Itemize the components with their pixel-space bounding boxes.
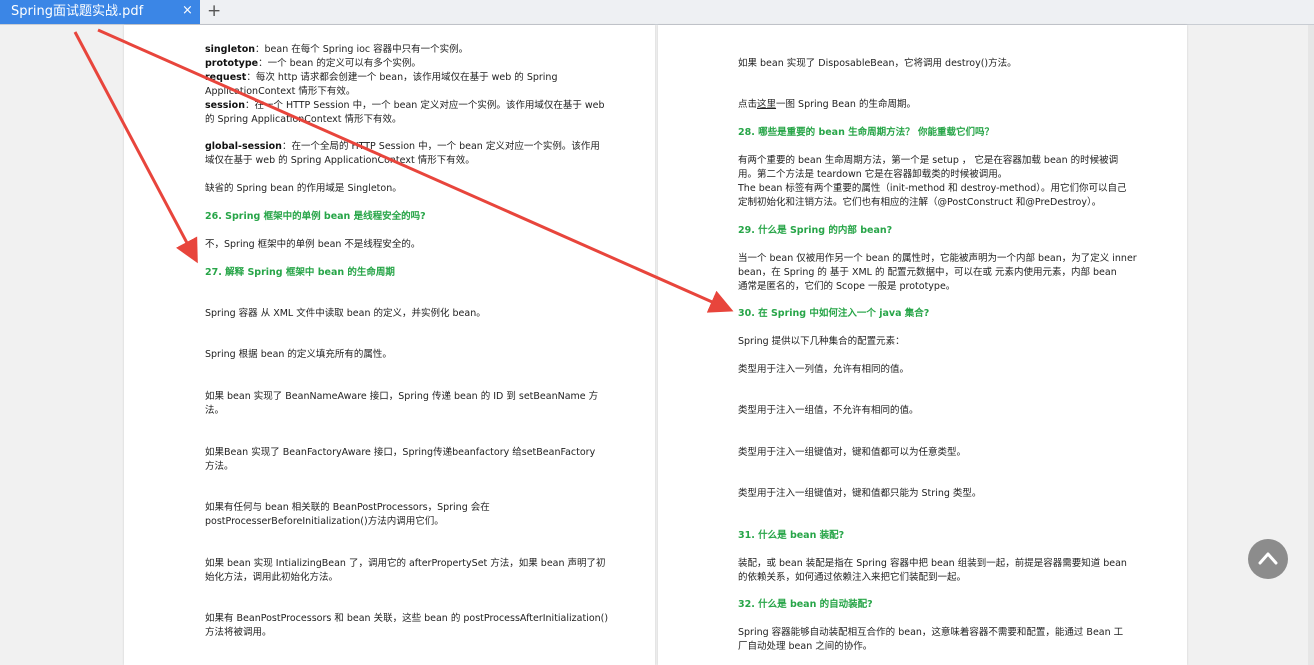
lifecycle-step-5: 如果有任何与 bean 相关联的 BeanPostProcessors，Spri… bbox=[205, 502, 490, 513]
answer-q29-line1: 当一个 bean 仅被用作另一个 bean 的属性时，它能被声明为一个内部 be… bbox=[738, 253, 1137, 264]
tab-title[interactable]: Spring面试题实战.pdf bbox=[11, 4, 143, 20]
answer-q28-line4: 定制初始化和注销方法。它们也有相应的注解（@PostConstruct 和@Pr… bbox=[738, 197, 1102, 208]
scope-session: session：在一个 HTTP Session 中，一个 bean 定义对应一… bbox=[205, 99, 605, 113]
answer-q31-line1: 装配，或 bean 装配是指在 Spring 容器中把 bean 组装到一起，前… bbox=[738, 558, 1127, 569]
definition: ：每次 http 请求都会创建一个 bean，该作用域仅在基于 web 的 Sp… bbox=[246, 72, 558, 83]
scope-prototype: prototype：一个 bean 的定义可以有多个实例。 bbox=[205, 57, 421, 71]
answer-q30-props: 类型用于注入一组键值对，键和值都只能为 String 类型。 bbox=[738, 488, 982, 499]
lifecycle-step-4-cont: 方法。 bbox=[205, 461, 234, 472]
answer-q30-set: 类型用于注入一组值，不允许有相同的值。 bbox=[738, 405, 919, 416]
answer-q29-line3: 通常是匿名的，它们的 Scope 一般是 prototype。 bbox=[738, 281, 956, 292]
lifecycle-step-2: Spring 根据 bean 的定义填充所有的属性。 bbox=[205, 349, 392, 360]
answer-q28-line3: The bean 标签有两个重要的属性（init-method 和 destro… bbox=[738, 183, 1127, 194]
definition: ：一个 bean 的定义可以有多个实例。 bbox=[258, 58, 421, 69]
scope-session-cont: 的 Spring ApplicationContext 情形下有效。 bbox=[205, 114, 402, 125]
term: singleton bbox=[205, 44, 256, 55]
term: prototype bbox=[205, 58, 259, 69]
lifecycle-step-6: 如果 bean 实现 IntializingBean 了，调用它的 afterP… bbox=[205, 558, 606, 569]
pdf-page-right: 如果 bean 实现了 DisposableBean，它将调用 destroy(… bbox=[658, 25, 1187, 665]
text: 点击 bbox=[738, 99, 758, 110]
scrollbar[interactable] bbox=[1308, 25, 1314, 665]
tab-bar: Spring面试题实战.pdf × + bbox=[0, 0, 1314, 25]
definition: ：在一个全局的 HTTP Session 中，一个 bean 定义对应一个实例。… bbox=[281, 141, 600, 152]
term: session bbox=[205, 100, 245, 111]
pdf-page-left: singleton：bean 在每个 Spring ioc 容器中只有一个实例。… bbox=[124, 25, 655, 665]
heading-q32: 32. 什么是 bean 的自动装配? bbox=[738, 599, 873, 610]
scope-singleton: singleton：bean 在每个 Spring ioc 容器中只有一个实例。 bbox=[205, 43, 468, 57]
term: request bbox=[205, 72, 247, 83]
heading-q31: 31. 什么是 bean 装配? bbox=[738, 530, 845, 541]
answer-q28-line2: 用。第二个方法是 teardown 它是在容器卸载类的时候被调用。 bbox=[738, 169, 1008, 180]
lifecycle-step-3-cont: 法。 bbox=[205, 405, 225, 416]
scope-request: request：每次 http 请求都会创建一个 bean，该作用域仅在基于 w… bbox=[205, 71, 557, 85]
answer-q30-map: 类型用于注入一组键值对，键和值都可以为任意类型。 bbox=[738, 447, 967, 458]
answer-q29-line2: bean，在 Spring 的 基于 XML 的 配置元数据中，可以在或 元素内… bbox=[738, 267, 1117, 278]
new-tab-button[interactable]: + bbox=[207, 2, 221, 20]
lifecycle-step-destroy: 如果 bean 实现了 DisposableBean，它将调用 destroy(… bbox=[738, 58, 1017, 69]
figure-link[interactable]: 这里 bbox=[757, 99, 776, 110]
answer-q28-line1: 有两个重要的 bean 生命周期方法，第一个是 setup ， 它是在容器加载 … bbox=[738, 155, 1119, 166]
scope-request-cont: ApplicationContext 情形下有效。 bbox=[205, 86, 356, 97]
term: global-session bbox=[205, 141, 282, 152]
lifecycle-step-7: 如果有 BeanPostProcessors 和 bean 关联，这些 bean… bbox=[205, 613, 609, 624]
lifecycle-step-6-cont: 始化方法，调用此初始化方法。 bbox=[205, 572, 339, 583]
heading-q27: 27. 解释 Spring 框架中 bean 的生命周期 bbox=[205, 267, 395, 278]
definition: ：在一个 HTTP Session 中，一个 bean 定义对应一个实例。该作用… bbox=[244, 100, 605, 111]
lifecycle-step-4: 如果Bean 实现了 BeanFactoryAware 接口，Spring传递b… bbox=[205, 447, 596, 458]
text: 一图 Spring Bean 的生命周期。 bbox=[776, 99, 916, 110]
lifecycle-step-5-cont: postProcesserBeforeInitialization()方法内调用… bbox=[205, 516, 444, 527]
heading-q30: 30. 在 Spring 中如何注入一个 java 集合? bbox=[738, 308, 930, 319]
answer-q31-line2: 的依赖关系，如何通过依赖注入来把它们装配到一起。 bbox=[738, 572, 967, 583]
answer-q32-line2: 厂自动处理 bean 之间的协作。 bbox=[738, 641, 873, 652]
answer-q30-list: 类型用于注入一列值，允许有相同的值。 bbox=[738, 364, 910, 375]
scope-global-session: global-session：在一个全局的 HTTP Session 中，一个 … bbox=[205, 140, 600, 154]
pdf-viewer[interactable]: singleton：bean 在每个 Spring ioc 容器中只有一个实例。… bbox=[0, 25, 1314, 665]
tab-document[interactable]: Spring面试题实战.pdf × bbox=[0, 0, 200, 24]
answer-q26: 不，Spring 框架中的单例 bean 不是线程安全的。 bbox=[205, 239, 421, 250]
lifecycle-step-3: 如果 bean 实现了 BeanNameAware 接口，Spring 传递 b… bbox=[205, 391, 599, 402]
definition: ：bean 在每个 Spring ioc 容器中只有一个实例。 bbox=[255, 44, 469, 55]
chevron-up-icon bbox=[1258, 552, 1278, 565]
default-scope: 缺省的 Spring bean 的作用域是 Singleton。 bbox=[205, 183, 402, 194]
scroll-top-button[interactable] bbox=[1248, 539, 1288, 579]
heading-q26: 26. Spring 框架中的单例 bean 是线程安全的吗? bbox=[205, 211, 426, 222]
lifecycle-step-1: Spring 容器 从 XML 文件中读取 bean 的定义，并实例化 bean… bbox=[205, 308, 486, 319]
lifecycle-step-7-cont: 方法将被调用。 bbox=[205, 627, 272, 638]
heading-q29: 29. 什么是 Spring 的内部 bean? bbox=[738, 225, 893, 236]
heading-q28: 28. 哪些是重要的 bean 生命周期方法？ 你能重载它们吗？ bbox=[738, 127, 994, 138]
lifecycle-figure-ref: 点击这里一图 Spring Bean 的生命周期。 bbox=[738, 98, 916, 112]
scope-global-session-cont: 域仅在基于 web 的 Spring ApplicationContext 情形… bbox=[205, 155, 475, 166]
answer-q30-intro: Spring 提供以下几种集合的配置元素： bbox=[738, 336, 905, 347]
close-icon[interactable]: × bbox=[182, 3, 193, 19]
answer-q32-line1: Spring 容器能够自动装配相互合作的 bean，这意味着容器不需要和配置，能… bbox=[738, 627, 1124, 638]
